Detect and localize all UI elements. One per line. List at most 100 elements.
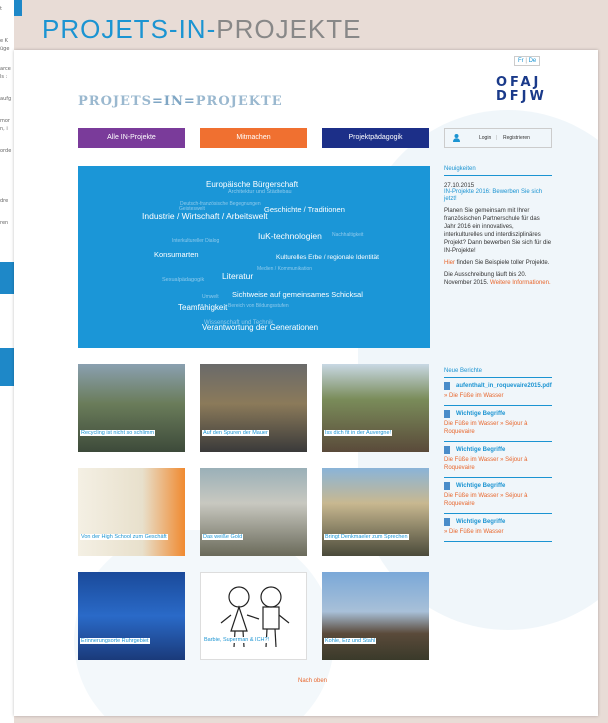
news-hier-link[interactable]: Hier	[444, 260, 455, 266]
tag-link[interactable]: Architektur und Städtebau	[228, 189, 292, 195]
reports-heading: Neue Berichte	[444, 368, 552, 378]
background-text: mor	[0, 118, 10, 124]
background-text: arce	[0, 66, 11, 72]
project-tile-caption: Von der High School zum Geschäft	[80, 534, 168, 540]
ofaj-logo[interactable]: OFAJ DFJW	[496, 76, 547, 104]
report-item: Wichtige Begriffe Die Füße im Wasser » S…	[444, 478, 552, 514]
project-tile-caption: Erinnerungsorte Ruhrgebiet	[80, 638, 150, 644]
pdf-icon	[444, 382, 450, 390]
language-switcher: Fr | De	[514, 56, 541, 66]
project-tile[interactable]: Bringt Denkmaeler zum Sprechen	[322, 468, 429, 556]
nav-mitmachen[interactable]: Mitmachen	[200, 128, 307, 148]
tag-link[interactable]: Geschichte / Traditionen	[264, 205, 345, 214]
report-subtitle-link[interactable]: Die Füße im Wasser » Séjour à Roquevaire	[444, 456, 552, 472]
project-tile[interactable]: Auf den Spuren der Mauer	[200, 364, 307, 452]
project-tile[interactable]: Von der High School zum Geschäft	[78, 468, 185, 556]
report-title: Wichtige Begriffe	[456, 483, 506, 489]
project-tile[interactable]: Iss dich fit in der Auvergne!	[322, 364, 429, 452]
project-tile-caption: Iss dich fit in der Auvergne!	[324, 430, 393, 436]
report-title-link[interactable]: Wichtige Begriffe	[444, 482, 552, 490]
tag-link[interactable]: Medien / Kommunikation	[257, 266, 312, 272]
report-subtitle-link[interactable]: » Die Füße im Wasser	[444, 392, 552, 400]
background-window-block	[0, 348, 14, 386]
register-link[interactable]: Registrieren	[503, 129, 530, 147]
nav-projektpaedagogik[interactable]: Projektpädagogik	[322, 128, 429, 148]
project-tile-caption: Recycling ist nicht so schlimm	[80, 430, 156, 436]
report-item: Wichtige Begriffe Die Füße im Wasser » S…	[444, 406, 552, 442]
news-heading: Neuigkeiten	[444, 166, 552, 176]
background-text: t	[0, 6, 2, 12]
report-title-link[interactable]: Wichtige Begriffe	[444, 410, 552, 418]
project-tile[interactable]: Barbie, Superman & ICH?!	[200, 572, 307, 660]
tag-link[interactable]: Industrie / Wirtschaft / Arbeitswelt	[142, 211, 268, 221]
project-tile[interactable]: Erinnerungsorte Ruhrgebiet	[78, 572, 185, 660]
report-subtitle-link[interactable]: » Die Füße im Wasser	[444, 528, 552, 536]
tag-link[interactable]: Verantwortung der Generationen	[202, 323, 318, 332]
login-separator: |	[496, 135, 498, 141]
tag-link[interactable]: Umwelt	[202, 294, 219, 300]
tag-link[interactable]: Konsumarten	[154, 250, 199, 259]
project-tile-caption: Kohle, Erz und Stahl	[324, 638, 377, 644]
document-icon	[444, 410, 450, 418]
site-logo-part1: PROJETS	[78, 94, 153, 109]
news-more-link[interactable]: Weitere Informationen.	[490, 280, 551, 286]
tag-link[interactable]: Bereich von Bildungsstufen	[228, 303, 289, 309]
back-to-top-link[interactable]: Nach oben	[298, 678, 327, 684]
tag-link[interactable]: Europäische Bürgerschaft	[206, 180, 298, 189]
report-title: aufenthalt_in_roquevaire2015.pdf	[456, 383, 552, 389]
project-tile-caption: Barbie, Superman & ICH?!	[203, 637, 271, 643]
tag-link[interactable]: Interkultureller Dialog	[172, 238, 219, 244]
report-title-link[interactable]: Wichtige Begriffe	[444, 446, 552, 454]
project-tile-caption: Das weiße Gold	[202, 534, 244, 540]
news-title-link[interactable]: IN-Projekte 2016: Bewerben Sie sich jetz…	[444, 189, 552, 203]
page-title: PROJETS-IN-PROJEKTE	[42, 14, 361, 45]
login-link[interactable]: Login	[479, 129, 491, 147]
login-box: Login | Registrieren	[444, 128, 552, 148]
background-text: üge	[0, 46, 10, 52]
project-tile[interactable]: Kohle, Erz und Stahl	[322, 572, 429, 660]
report-title-link[interactable]: aufenthalt_in_roquevaire2015.pdf	[444, 382, 552, 390]
background-text: orde	[0, 148, 12, 154]
report-title-link[interactable]: Wichtige Begriffe	[444, 518, 552, 526]
tag-link[interactable]: Sichtweise auf gemeinsames Schicksal	[232, 290, 363, 299]
document-icon	[444, 446, 450, 454]
stick-figures-drawing	[220, 586, 290, 648]
background-text: dre	[0, 198, 9, 204]
lang-separator: |	[525, 58, 527, 64]
user-icon	[453, 134, 460, 142]
lang-fr-link[interactable]: Fr	[518, 58, 524, 64]
report-item: aufenthalt_in_roquevaire2015.pdf » Die F…	[444, 378, 552, 406]
background-text: e K	[0, 38, 8, 44]
project-tile[interactable]: Das weiße Gold	[200, 468, 307, 556]
project-tile[interactable]: Recycling ist nicht so schlimm	[78, 364, 185, 452]
background-window-block	[0, 262, 14, 294]
news-examples: Hier finden Sie Beispiele toller Projekt…	[444, 259, 552, 267]
tag-link[interactable]: Kulturelles Erbe / regionale Identität	[276, 254, 379, 261]
project-tile-caption: Auf den Spuren der Mauer	[202, 430, 269, 436]
document-icon	[444, 482, 450, 490]
document-icon	[444, 518, 450, 526]
site-logo-part2: =IN=	[152, 94, 196, 109]
report-item: Wichtige Begriffe Die Füße im Wasser » S…	[444, 442, 552, 478]
tag-link[interactable]: Nachhaltigkeit	[332, 232, 363, 238]
tag-link[interactable]: IuK-technologien	[258, 231, 322, 241]
report-title: Wichtige Begriffe	[456, 411, 506, 417]
background-text: ls :	[0, 74, 8, 80]
report-subtitle-link[interactable]: Die Füße im Wasser » Séjour à Roquevaire	[444, 492, 552, 508]
report-title: Wichtige Begriffe	[456, 447, 506, 453]
background-text: aufg	[0, 96, 12, 102]
background-text: n, i	[0, 126, 8, 132]
page-title-part2: PROJEKTE	[216, 14, 362, 44]
tag-cloud: Europäische Bürgerschaft Architektur und…	[78, 166, 430, 348]
lang-de-link[interactable]: De	[529, 58, 537, 64]
tag-link[interactable]: Geisteswelt	[179, 206, 205, 212]
report-item: Wichtige Begriffe » Die Füße im Wasser	[444, 514, 552, 542]
tag-link[interactable]: Teamfähigkeit	[178, 303, 227, 312]
tag-link[interactable]: Literatur	[222, 271, 253, 281]
report-subtitle-link[interactable]: Die Füße im Wasser » Séjour à Roquevaire	[444, 420, 552, 436]
background-text: ren	[0, 220, 9, 226]
nav-alle-in-projekte[interactable]: Alle IN-Projekte	[78, 128, 185, 148]
website-page: Fr | De OFAJ DFJW PROJETS=IN=PROJEKTE Al…	[14, 50, 598, 716]
site-logo[interactable]: PROJETS=IN=PROJEKTE	[78, 94, 283, 109]
tag-link[interactable]: Sexualpädagogik	[162, 277, 204, 283]
